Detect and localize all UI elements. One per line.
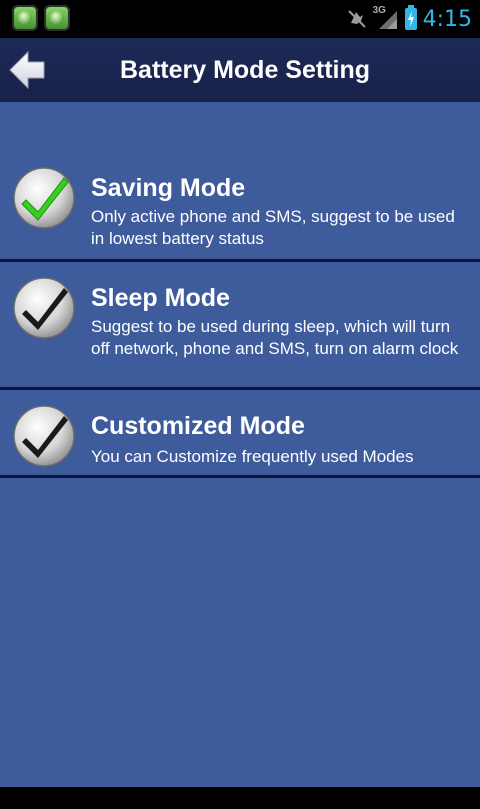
mode-description: You can Customize frequently used Modes xyxy=(91,447,414,466)
app-notification-icon xyxy=(12,5,38,31)
mode-label: Sleep Mode xyxy=(91,284,230,312)
status-icons: 3G 4:15 xyxy=(347,0,472,38)
mode-description: Only active phone and SMS, suggest to be… xyxy=(91,207,455,248)
back-button[interactable] xyxy=(8,48,48,92)
checkmark-icon xyxy=(13,277,75,339)
checkmark-icon xyxy=(13,405,75,467)
clock: 4:15 xyxy=(422,6,472,32)
mode-item-saving[interactable]: Saving Mode Only active phone and SMS, s… xyxy=(0,154,480,262)
mode-item-sleep[interactable]: Sleep Mode Suggest to be used during sle… xyxy=(0,260,480,390)
mode-label: Saving Mode xyxy=(91,174,246,202)
mode-list: Saving Mode Only active phone and SMS, s… xyxy=(0,102,480,787)
signal-icon: 3G xyxy=(372,5,399,31)
checkmark-selected-icon xyxy=(13,167,75,229)
back-arrow-icon xyxy=(9,50,45,90)
status-bar: 3G 4:15 xyxy=(0,0,480,38)
mode-label: Customized Mode xyxy=(91,412,305,440)
mute-icon xyxy=(347,10,366,28)
page-title: Battery Mode Setting xyxy=(119,56,371,84)
mode-description: Suggest to be used during sleep, which w… xyxy=(91,317,459,358)
title-bar: Battery Mode Setting xyxy=(0,38,480,102)
network-type: 3G xyxy=(372,5,386,16)
bottom-bar xyxy=(0,787,480,809)
battery-charging-icon xyxy=(404,5,417,30)
mode-item-customized[interactable]: Customized Mode You can Customize freque… xyxy=(0,390,480,478)
app-notification-icon xyxy=(44,5,70,31)
